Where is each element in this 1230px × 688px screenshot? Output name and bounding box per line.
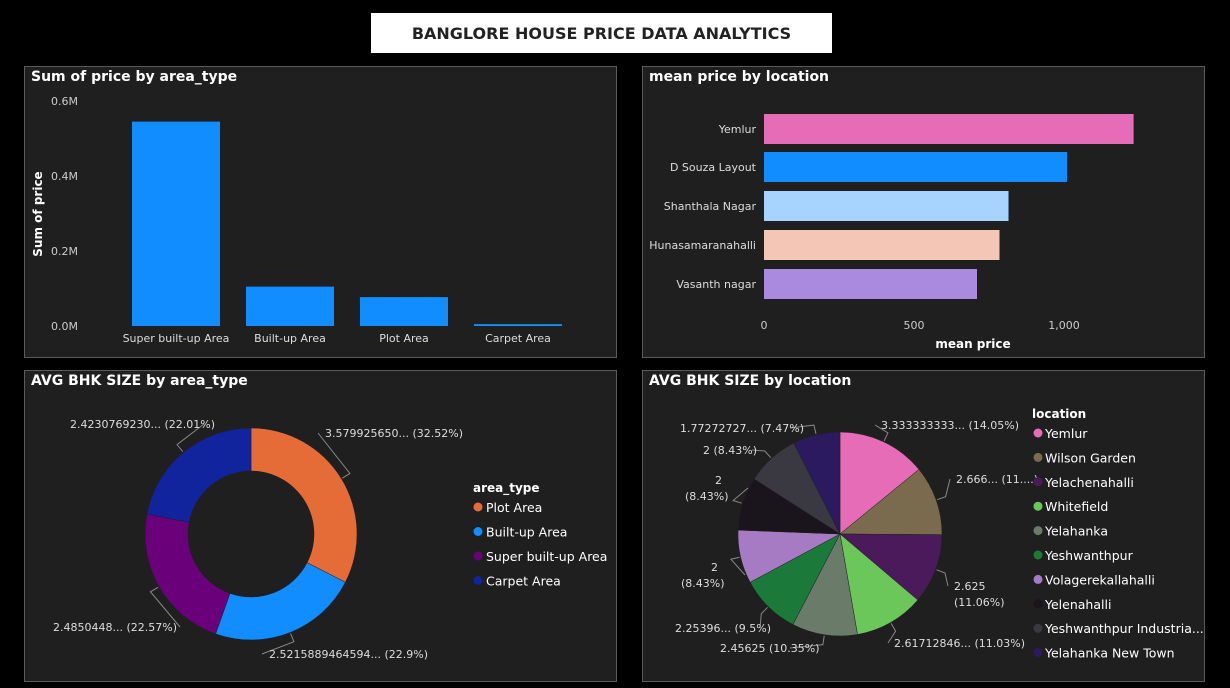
legend-marker xyxy=(1033,623,1043,633)
bar[interactable] xyxy=(764,269,977,299)
y-tick-label: 0.2M xyxy=(51,245,78,258)
legend-label: Volagerekallahalli xyxy=(1045,572,1155,587)
legend-label: Carpet Area xyxy=(486,574,561,589)
bar[interactable] xyxy=(360,297,448,326)
leader-line xyxy=(936,478,951,501)
legend-marker xyxy=(1033,501,1043,511)
legend-marker xyxy=(1033,526,1043,536)
legend-label: Yelahanka New Town xyxy=(1044,646,1175,661)
y-axis-label: Sum of price xyxy=(31,171,45,256)
x-tick-label: Super built-up Area xyxy=(123,332,230,345)
pie-slice[interactable] xyxy=(250,427,358,583)
data-label: 2.625 xyxy=(954,580,986,593)
data-label: 2.45625 (10.35%) xyxy=(720,642,820,655)
data-label: (11.06%) xyxy=(954,596,1005,609)
data-label: 2.5215889464594... (22.9%) xyxy=(269,648,428,661)
legend-title: area_type xyxy=(473,481,540,496)
y-tick-label: Hunasamaranahalli xyxy=(649,239,756,252)
legend-label: Super built-up Area xyxy=(486,549,607,564)
data-label: 2 xyxy=(715,474,722,487)
data-label: 2.4230769230... (22.01%) xyxy=(70,418,215,431)
bar[interactable] xyxy=(764,152,1067,182)
y-tick-label: Shanthala Nagar xyxy=(664,200,757,213)
data-label: 2 xyxy=(711,561,718,574)
legend-label: Whitefield xyxy=(1045,499,1108,514)
legend-label: Plot Area xyxy=(486,500,542,515)
legend-marker xyxy=(1033,574,1043,584)
charts-canvas: 0.0M 0.2M 0.4M 0.6M Sum of price Super built-… xyxy=(31,95,1204,661)
x-tick-label: Carpet Area xyxy=(485,332,551,345)
data-label: 3.333333333... (14.05%) xyxy=(881,419,1019,432)
x-tick-label: Plot Area xyxy=(379,332,429,345)
data-label: 2.61712846... (11.03%) xyxy=(894,637,1025,650)
legend-label: Yelenahalli xyxy=(1044,597,1111,612)
pie-slice[interactable] xyxy=(146,427,252,523)
y-tick-label: Vasanth nagar xyxy=(676,278,756,291)
bar[interactable] xyxy=(132,121,220,326)
y-tick-label: Yemlur xyxy=(718,123,757,136)
bar[interactable] xyxy=(764,114,1134,144)
legend-marker xyxy=(473,576,483,585)
bar[interactable] xyxy=(474,324,562,326)
legend-label: Yeshwanthpur xyxy=(1044,548,1134,563)
legend-marker xyxy=(473,527,483,536)
data-label: 2 (8.43%) xyxy=(703,444,757,457)
x-tick-label: 0 xyxy=(761,319,768,332)
legend-marker xyxy=(473,502,483,512)
legend-label: Yeshwanthpur Industria... xyxy=(1044,621,1204,636)
legend-marker xyxy=(1033,550,1043,560)
bar[interactable] xyxy=(764,230,1000,260)
bar[interactable] xyxy=(764,191,1009,221)
y-tick-label: D Souza Layout xyxy=(670,161,757,174)
pie-slice[interactable] xyxy=(144,513,231,635)
legend-marker xyxy=(1033,477,1043,487)
x-tick-label: Built-up Area xyxy=(254,332,326,345)
legend-marker xyxy=(473,551,483,561)
x-axis-label: mean price xyxy=(935,337,1010,351)
legend-label: Yemlur xyxy=(1044,426,1088,441)
legend-marker xyxy=(1033,428,1043,438)
pie-slice[interactable] xyxy=(215,562,346,641)
y-tick-label: 0.6M xyxy=(51,95,78,108)
legend-label: Wilson Garden xyxy=(1045,450,1136,465)
data-label: (8.43%) xyxy=(681,577,725,590)
legend-marker xyxy=(1033,648,1043,658)
legend-label: Yelahanka xyxy=(1044,524,1108,539)
y-tick-label: 0.4M xyxy=(51,170,78,183)
data-label: 1.77272727... (7.47%) xyxy=(680,422,804,435)
data-label: (8.43%) xyxy=(685,490,729,503)
data-label: 2.4850448... (22.57%) xyxy=(53,621,177,634)
data-label: 2.666... (11....) xyxy=(956,473,1038,486)
legend-title: location xyxy=(1032,407,1086,421)
x-tick-label: 500 xyxy=(904,319,925,332)
legend-marker xyxy=(1033,599,1043,609)
legend-marker xyxy=(1033,452,1043,462)
bar[interactable] xyxy=(246,286,334,326)
leader-line xyxy=(936,569,949,587)
data-label: 2.25396... (9.5%) xyxy=(675,622,771,635)
x-tick-label: 1,000 xyxy=(1048,319,1080,332)
y-tick-label: 0.0M xyxy=(51,320,78,333)
legend-label: Built-up Area xyxy=(486,525,567,540)
data-label: 3.579925650... (32.52%) xyxy=(325,427,463,440)
legend-label: Yelachenahalli xyxy=(1044,475,1134,490)
